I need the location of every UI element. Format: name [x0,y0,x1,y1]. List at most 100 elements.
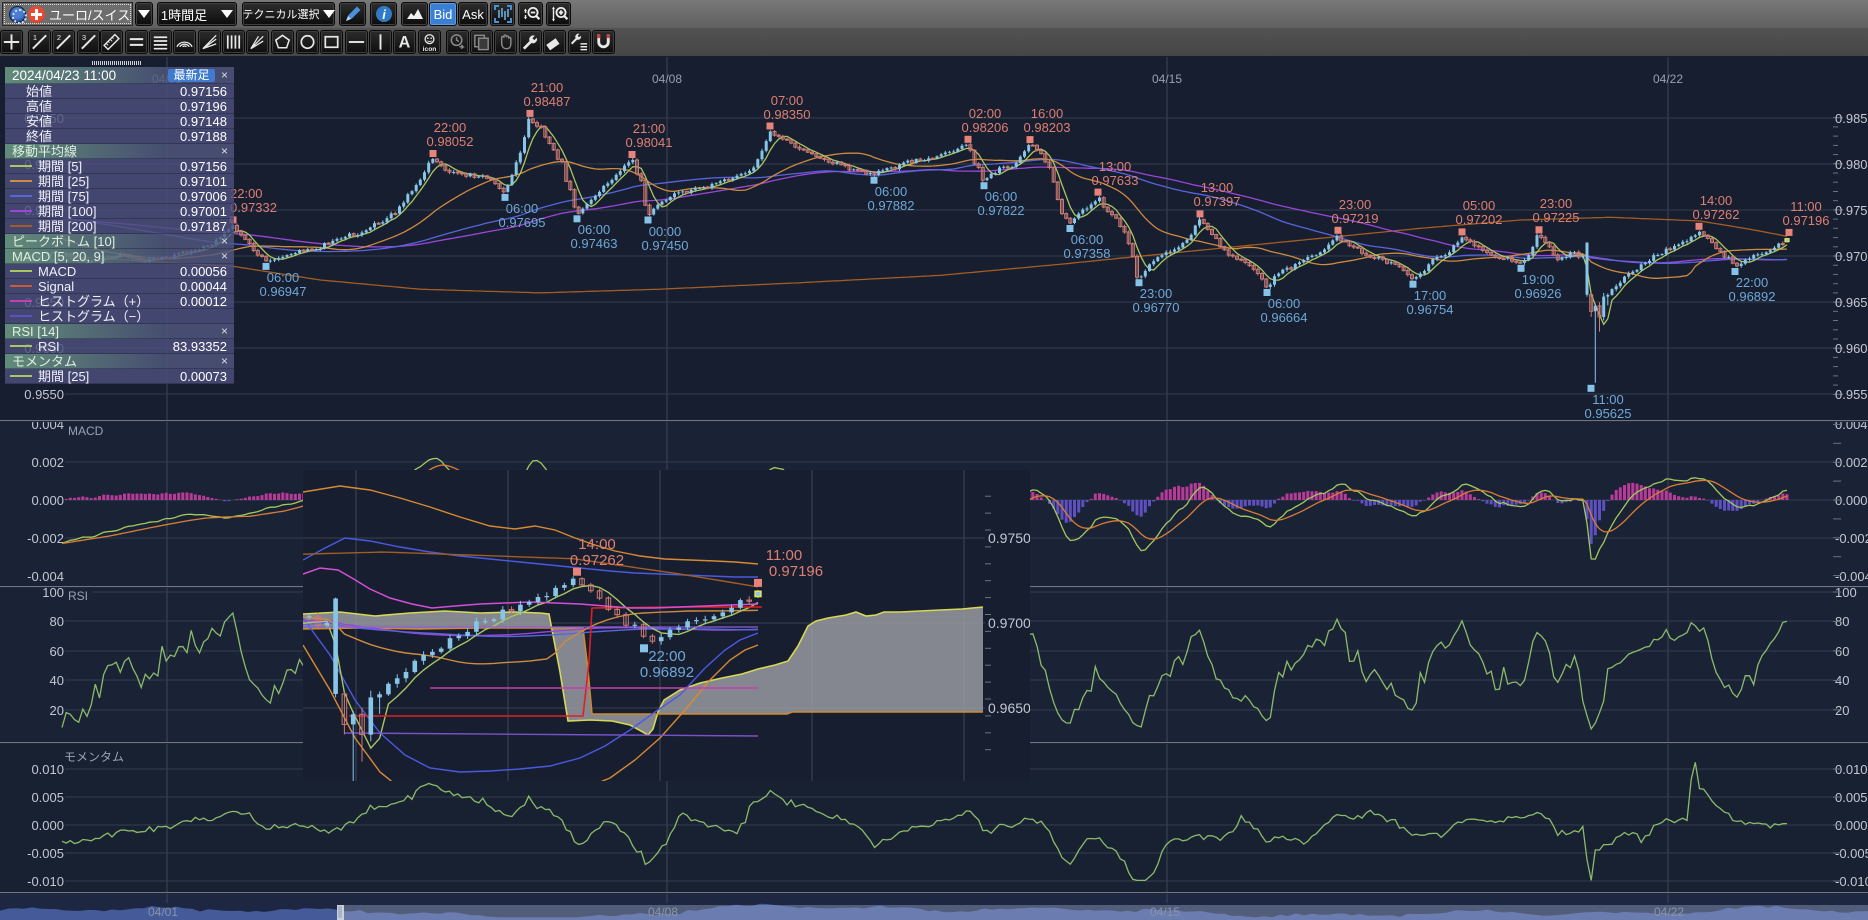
svg-text:04/01: 04/01 [148,905,178,919]
svg-text:0.97332: 0.97332 [230,200,277,215]
svg-text:-0.002: -0.002 [27,531,64,546]
svg-text:RSI: RSI [68,589,88,603]
svg-text:04/08: 04/08 [648,905,678,919]
svg-text:0.96770: 0.96770 [1133,300,1180,315]
svg-text:23:00: 23:00 [1339,197,1372,212]
svg-text:23:00: 23:00 [1140,286,1173,301]
svg-text:0.97882: 0.97882 [868,198,915,213]
svg-text:0.98052: 0.98052 [427,134,474,149]
svg-text:0.96664: 0.96664 [1261,310,1308,325]
svg-text:06:00: 06:00 [578,222,611,237]
svg-text:0.97196: 0.97196 [769,563,823,580]
svg-text:11:00: 11:00 [1790,199,1822,214]
svg-text:0.97196: 0.97196 [1783,213,1830,228]
svg-text:0.97822: 0.97822 [978,203,1025,218]
svg-text:0.9750: 0.9750 [988,530,1031,546]
svg-text:16:00: 16:00 [1031,106,1064,121]
svg-text:0.005: 0.005 [31,790,64,805]
svg-text:0.97695: 0.97695 [499,215,546,230]
svg-text:04/08: 04/08 [652,72,682,86]
svg-text:00:00: 00:00 [649,224,682,239]
svg-text:23:00: 23:00 [1540,196,1573,211]
svg-text:モメンタム: モメンタム [64,750,124,764]
svg-text:11:00: 11:00 [766,547,802,564]
svg-text:0.96892: 0.96892 [1729,289,1776,304]
svg-text:0.97202: 0.97202 [1456,212,1503,227]
svg-text:icon: icon [423,46,437,53]
svg-text:0.000: 0.000 [31,493,64,508]
svg-text:0.96926: 0.96926 [1515,286,1562,301]
svg-text:21:00: 21:00 [531,80,564,95]
svg-text:0.9600: 0.9600 [1835,341,1868,356]
svg-text:60: 60 [50,644,64,659]
svg-text:A: A [399,34,411,52]
svg-text:0.97397: 0.97397 [1194,194,1241,209]
svg-text:0.9550: 0.9550 [1835,387,1868,402]
svg-text:22:00: 22:00 [434,120,467,135]
svg-text:21:00: 21:00 [633,121,666,136]
svg-text:20: 20 [50,703,64,718]
svg-text:0.96892: 0.96892 [640,664,694,681]
svg-text:22:00: 22:00 [648,648,686,665]
svg-text:13:00: 13:00 [1099,159,1132,174]
svg-text:2: 2 [57,33,61,42]
svg-text:0.97219: 0.97219 [1332,211,1379,226]
svg-text:0.9650: 0.9650 [988,700,1031,716]
svg-text:14:00: 14:00 [1700,193,1733,208]
svg-text:0.95625: 0.95625 [1585,406,1632,421]
svg-text:02:00: 02:00 [969,106,1002,121]
svg-text:17:00: 17:00 [1414,288,1447,303]
svg-text:0.98350: 0.98350 [764,107,811,122]
svg-text:0.97358: 0.97358 [1064,246,1111,261]
svg-text:04/22: 04/22 [1654,905,1684,919]
svg-text:22:00: 22:00 [1736,275,1769,290]
svg-text:0.9700: 0.9700 [1835,249,1868,264]
svg-text:0.97262: 0.97262 [1693,207,1740,222]
svg-text:0.97262: 0.97262 [570,552,624,569]
svg-text:0.96947: 0.96947 [260,284,307,299]
svg-text:-0.004: -0.004 [27,569,64,584]
svg-text:-0.004: -0.004 [1835,569,1868,584]
svg-text:06:00: 06:00 [1071,232,1104,247]
svg-text:0.000: 0.000 [31,818,64,833]
svg-text:-0.010: -0.010 [27,874,64,889]
svg-text:19:00: 19:00 [1522,272,1555,287]
svg-text:3: 3 [82,33,86,42]
svg-text:0.96754: 0.96754 [1407,302,1454,317]
svg-text:0.9750: 0.9750 [1835,203,1868,218]
svg-text:0.010: 0.010 [31,762,64,777]
svg-text:0.97463: 0.97463 [571,236,618,251]
svg-text:0.004: 0.004 [31,417,64,432]
svg-text:06:00: 06:00 [875,184,908,199]
svg-text:-0.005: -0.005 [27,846,64,861]
svg-text:0.97450: 0.97450 [642,238,689,253]
svg-text:0.98206: 0.98206 [962,120,1009,135]
svg-text:i: i [382,7,386,22]
svg-text:06:00: 06:00 [267,270,300,285]
svg-text:40: 40 [50,673,64,688]
svg-text:0.9850: 0.9850 [1835,111,1868,126]
svg-text:04/22: 04/22 [1653,72,1683,86]
svg-text:0.9650: 0.9650 [1835,295,1868,310]
svg-text:06:00: 06:00 [506,201,539,216]
svg-text:05:00: 05:00 [1463,198,1496,213]
svg-text:04/15: 04/15 [1150,905,1180,919]
svg-text:20: 20 [1835,703,1849,718]
svg-text:06:00: 06:00 [1268,296,1301,311]
svg-text:MACD: MACD [68,424,104,438]
svg-text:0.9550: 0.9550 [24,387,64,402]
svg-text:11:00: 11:00 [1592,392,1624,407]
svg-text:0.98041: 0.98041 [626,135,673,150]
svg-text:-0.002: -0.002 [1835,531,1868,546]
svg-text:60: 60 [1835,644,1849,659]
svg-text:0.9800: 0.9800 [1835,157,1868,172]
svg-text:0.98487: 0.98487 [524,94,571,109]
svg-text:06:00: 06:00 [985,189,1018,204]
svg-text:07:00: 07:00 [771,93,804,108]
svg-text:22:00: 22:00 [230,186,263,201]
svg-text:13:00: 13:00 [1201,180,1234,195]
svg-text:0.97633: 0.97633 [1092,173,1139,188]
svg-text:04/15: 04/15 [1152,72,1182,86]
svg-text:80: 80 [50,614,64,629]
svg-text:0.98203: 0.98203 [1024,120,1071,135]
